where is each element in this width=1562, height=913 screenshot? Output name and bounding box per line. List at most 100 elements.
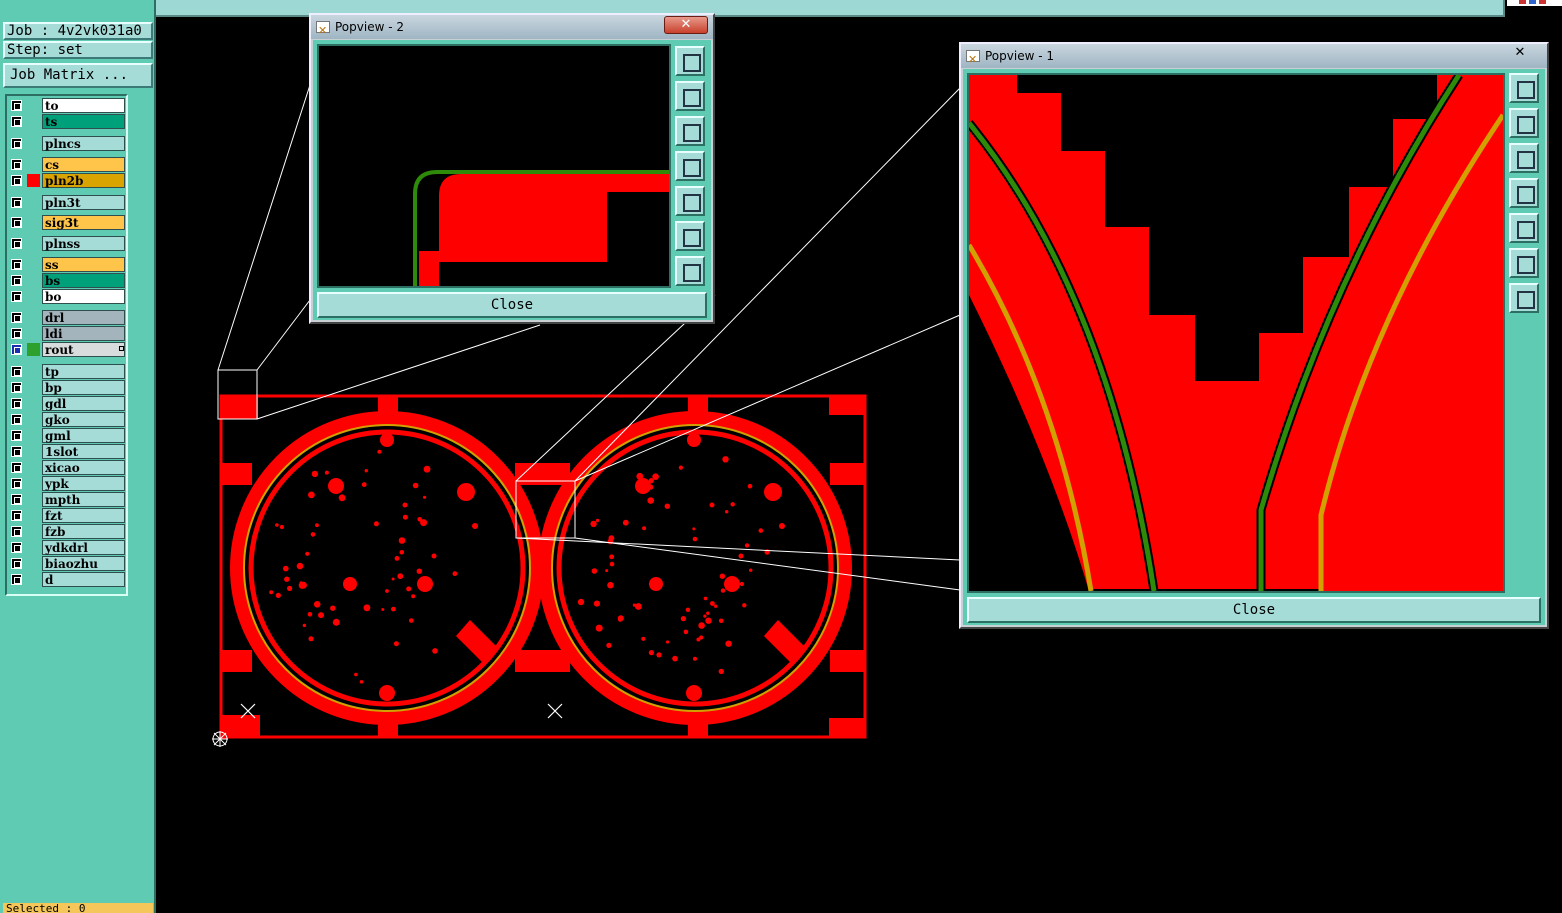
layer-checkbox[interactable] bbox=[11, 175, 22, 186]
layer-name[interactable]: drl bbox=[42, 310, 125, 325]
layer-checkbox[interactable] bbox=[11, 558, 22, 569]
layer-checkbox[interactable] bbox=[11, 542, 22, 553]
layer-name[interactable]: pln2b bbox=[42, 173, 125, 188]
layer-row-pln3t[interactable]: pln3t bbox=[9, 195, 127, 210]
layer-row-biaozhu[interactable]: biaozhu bbox=[9, 556, 127, 571]
layer-name[interactable]: xicao bbox=[42, 460, 125, 475]
layer-row-ldi[interactable]: ldi bbox=[9, 326, 127, 341]
layer-name[interactable]: plnss bbox=[42, 236, 125, 251]
layer-row-pln2b[interactable]: pln2b bbox=[9, 173, 127, 188]
layer-checkbox[interactable] bbox=[11, 398, 22, 409]
popview-1-close-button[interactable]: Close bbox=[967, 597, 1541, 623]
layer-name[interactable]: fzb bbox=[42, 524, 125, 539]
layer-checkbox[interactable] bbox=[11, 259, 22, 270]
layer-row-xicao[interactable]: xicao bbox=[9, 460, 127, 475]
layer-row-gdl[interactable]: gdl bbox=[9, 396, 127, 411]
layer-name[interactable]: fzt bbox=[42, 508, 125, 523]
job-matrix-button[interactable]: Job Matrix ... bbox=[3, 63, 153, 88]
pan-up-icon[interactable] bbox=[675, 81, 705, 111]
layer-checkbox[interactable] bbox=[11, 430, 22, 441]
layer-name[interactable]: d bbox=[42, 572, 125, 587]
layer-row-bs[interactable]: bs bbox=[9, 273, 127, 288]
layer-checkbox[interactable] bbox=[11, 478, 22, 489]
layer-row-drl[interactable]: drl bbox=[9, 310, 127, 325]
layer-name[interactable]: mpth bbox=[42, 492, 125, 507]
zoom-fit-icon[interactable] bbox=[675, 46, 705, 76]
layer-row-to[interactable]: to bbox=[9, 98, 127, 113]
layer-row-cs[interactable]: cs bbox=[9, 157, 127, 172]
layer-name[interactable]: ypk bbox=[42, 476, 125, 491]
close-icon[interactable]: ✕ bbox=[1498, 45, 1542, 63]
layer-checkbox[interactable] bbox=[11, 494, 22, 505]
layer-row-ts[interactable]: ts bbox=[9, 114, 127, 129]
layer-row-1slot[interactable]: 1slot bbox=[9, 444, 127, 459]
layer-name[interactable]: to bbox=[42, 98, 125, 113]
layer-checkbox[interactable] bbox=[11, 100, 22, 111]
layer-name[interactable]: plncs bbox=[42, 136, 125, 151]
layer-checkbox[interactable] bbox=[11, 510, 22, 521]
pan-right-icon[interactable] bbox=[675, 186, 705, 216]
layer-name[interactable]: biaozhu bbox=[42, 556, 125, 571]
pan-up-icon[interactable] bbox=[1509, 108, 1539, 138]
layer-name[interactable]: ts bbox=[42, 114, 125, 129]
layer-name[interactable]: sig3t bbox=[42, 215, 125, 230]
layer-row-sig3t[interactable]: sig3t bbox=[9, 215, 127, 230]
layer-row-plnss[interactable]: plnss bbox=[9, 236, 127, 251]
layer-checkbox[interactable] bbox=[11, 574, 22, 585]
layer-row-ss[interactable]: ss bbox=[9, 257, 127, 272]
layer-name[interactable]: gdl bbox=[42, 396, 125, 411]
layer-name[interactable]: bs bbox=[42, 273, 125, 288]
layer-name[interactable]: rout bbox=[42, 342, 125, 357]
layer-name[interactable]: 1slot bbox=[42, 444, 125, 459]
popview-1-viewport[interactable] bbox=[967, 73, 1505, 593]
popview-1-titlebar[interactable]: Popview - 1 bbox=[961, 44, 1547, 72]
pan-left-icon[interactable] bbox=[1509, 178, 1539, 208]
layer-name[interactable]: pln3t bbox=[42, 195, 125, 210]
layer-name[interactable]: gko bbox=[42, 412, 125, 427]
layer-checkbox[interactable] bbox=[11, 238, 22, 249]
layer-checkbox[interactable] bbox=[11, 462, 22, 473]
zoom-out-icon[interactable] bbox=[1509, 283, 1539, 313]
layer-name[interactable]: bp bbox=[42, 380, 125, 395]
layer-name[interactable]: cs bbox=[42, 157, 125, 172]
close-icon[interactable]: ✕ bbox=[664, 16, 708, 34]
layer-row-mpth[interactable]: mpth bbox=[9, 492, 127, 507]
layer-name[interactable]: ss bbox=[42, 257, 125, 272]
layer-checkbox[interactable] bbox=[11, 138, 22, 149]
layer-row-gml[interactable]: gml bbox=[9, 428, 127, 443]
layer-checkbox[interactable] bbox=[11, 291, 22, 302]
layer-name[interactable]: bo bbox=[42, 289, 125, 304]
layer-row-tp[interactable]: tp bbox=[9, 364, 127, 379]
layer-row-bp[interactable]: bp bbox=[9, 380, 127, 395]
layer-name[interactable]: gml bbox=[42, 428, 125, 443]
layer-name[interactable]: tp bbox=[42, 364, 125, 379]
layer-name[interactable]: ydkdrl bbox=[42, 540, 125, 555]
layer-row-rout[interactable]: rout bbox=[9, 342, 127, 357]
layer-row-gko[interactable]: gko bbox=[9, 412, 127, 427]
layer-name[interactable]: ldi bbox=[42, 326, 125, 341]
popview-2-viewport[interactable] bbox=[317, 44, 671, 288]
layer-checkbox[interactable] bbox=[11, 275, 22, 286]
layer-row-bo[interactable]: bo bbox=[9, 289, 127, 304]
layer-checkbox[interactable] bbox=[11, 116, 22, 127]
layer-checkbox[interactable] bbox=[11, 344, 22, 355]
layer-row-fzb[interactable]: fzb bbox=[9, 524, 127, 539]
layer-checkbox[interactable] bbox=[11, 366, 22, 377]
zoom-out-icon[interactable] bbox=[675, 256, 705, 286]
popview-2-close-button[interactable]: Close bbox=[317, 292, 707, 318]
pan-down-icon[interactable] bbox=[675, 116, 705, 146]
layer-checkbox[interactable] bbox=[11, 312, 22, 323]
layer-row-d[interactable]: d bbox=[9, 572, 127, 587]
layer-checkbox[interactable] bbox=[11, 382, 22, 393]
layer-row-fzt[interactable]: fzt bbox=[9, 508, 127, 523]
pan-left-icon[interactable] bbox=[675, 151, 705, 181]
zoom-fit-icon[interactable] bbox=[1509, 73, 1539, 103]
layer-checkbox[interactable] bbox=[11, 217, 22, 228]
popview-2-titlebar[interactable]: Popview - 2 bbox=[311, 15, 713, 43]
layer-checkbox[interactable] bbox=[11, 446, 22, 457]
zoom-in-icon[interactable] bbox=[675, 221, 705, 251]
layer-checkbox[interactable] bbox=[11, 197, 22, 208]
layer-checkbox[interactable] bbox=[11, 159, 22, 170]
layer-row-ydkdrl[interactable]: ydkdrl bbox=[9, 540, 127, 555]
layer-checkbox[interactable] bbox=[11, 526, 22, 537]
